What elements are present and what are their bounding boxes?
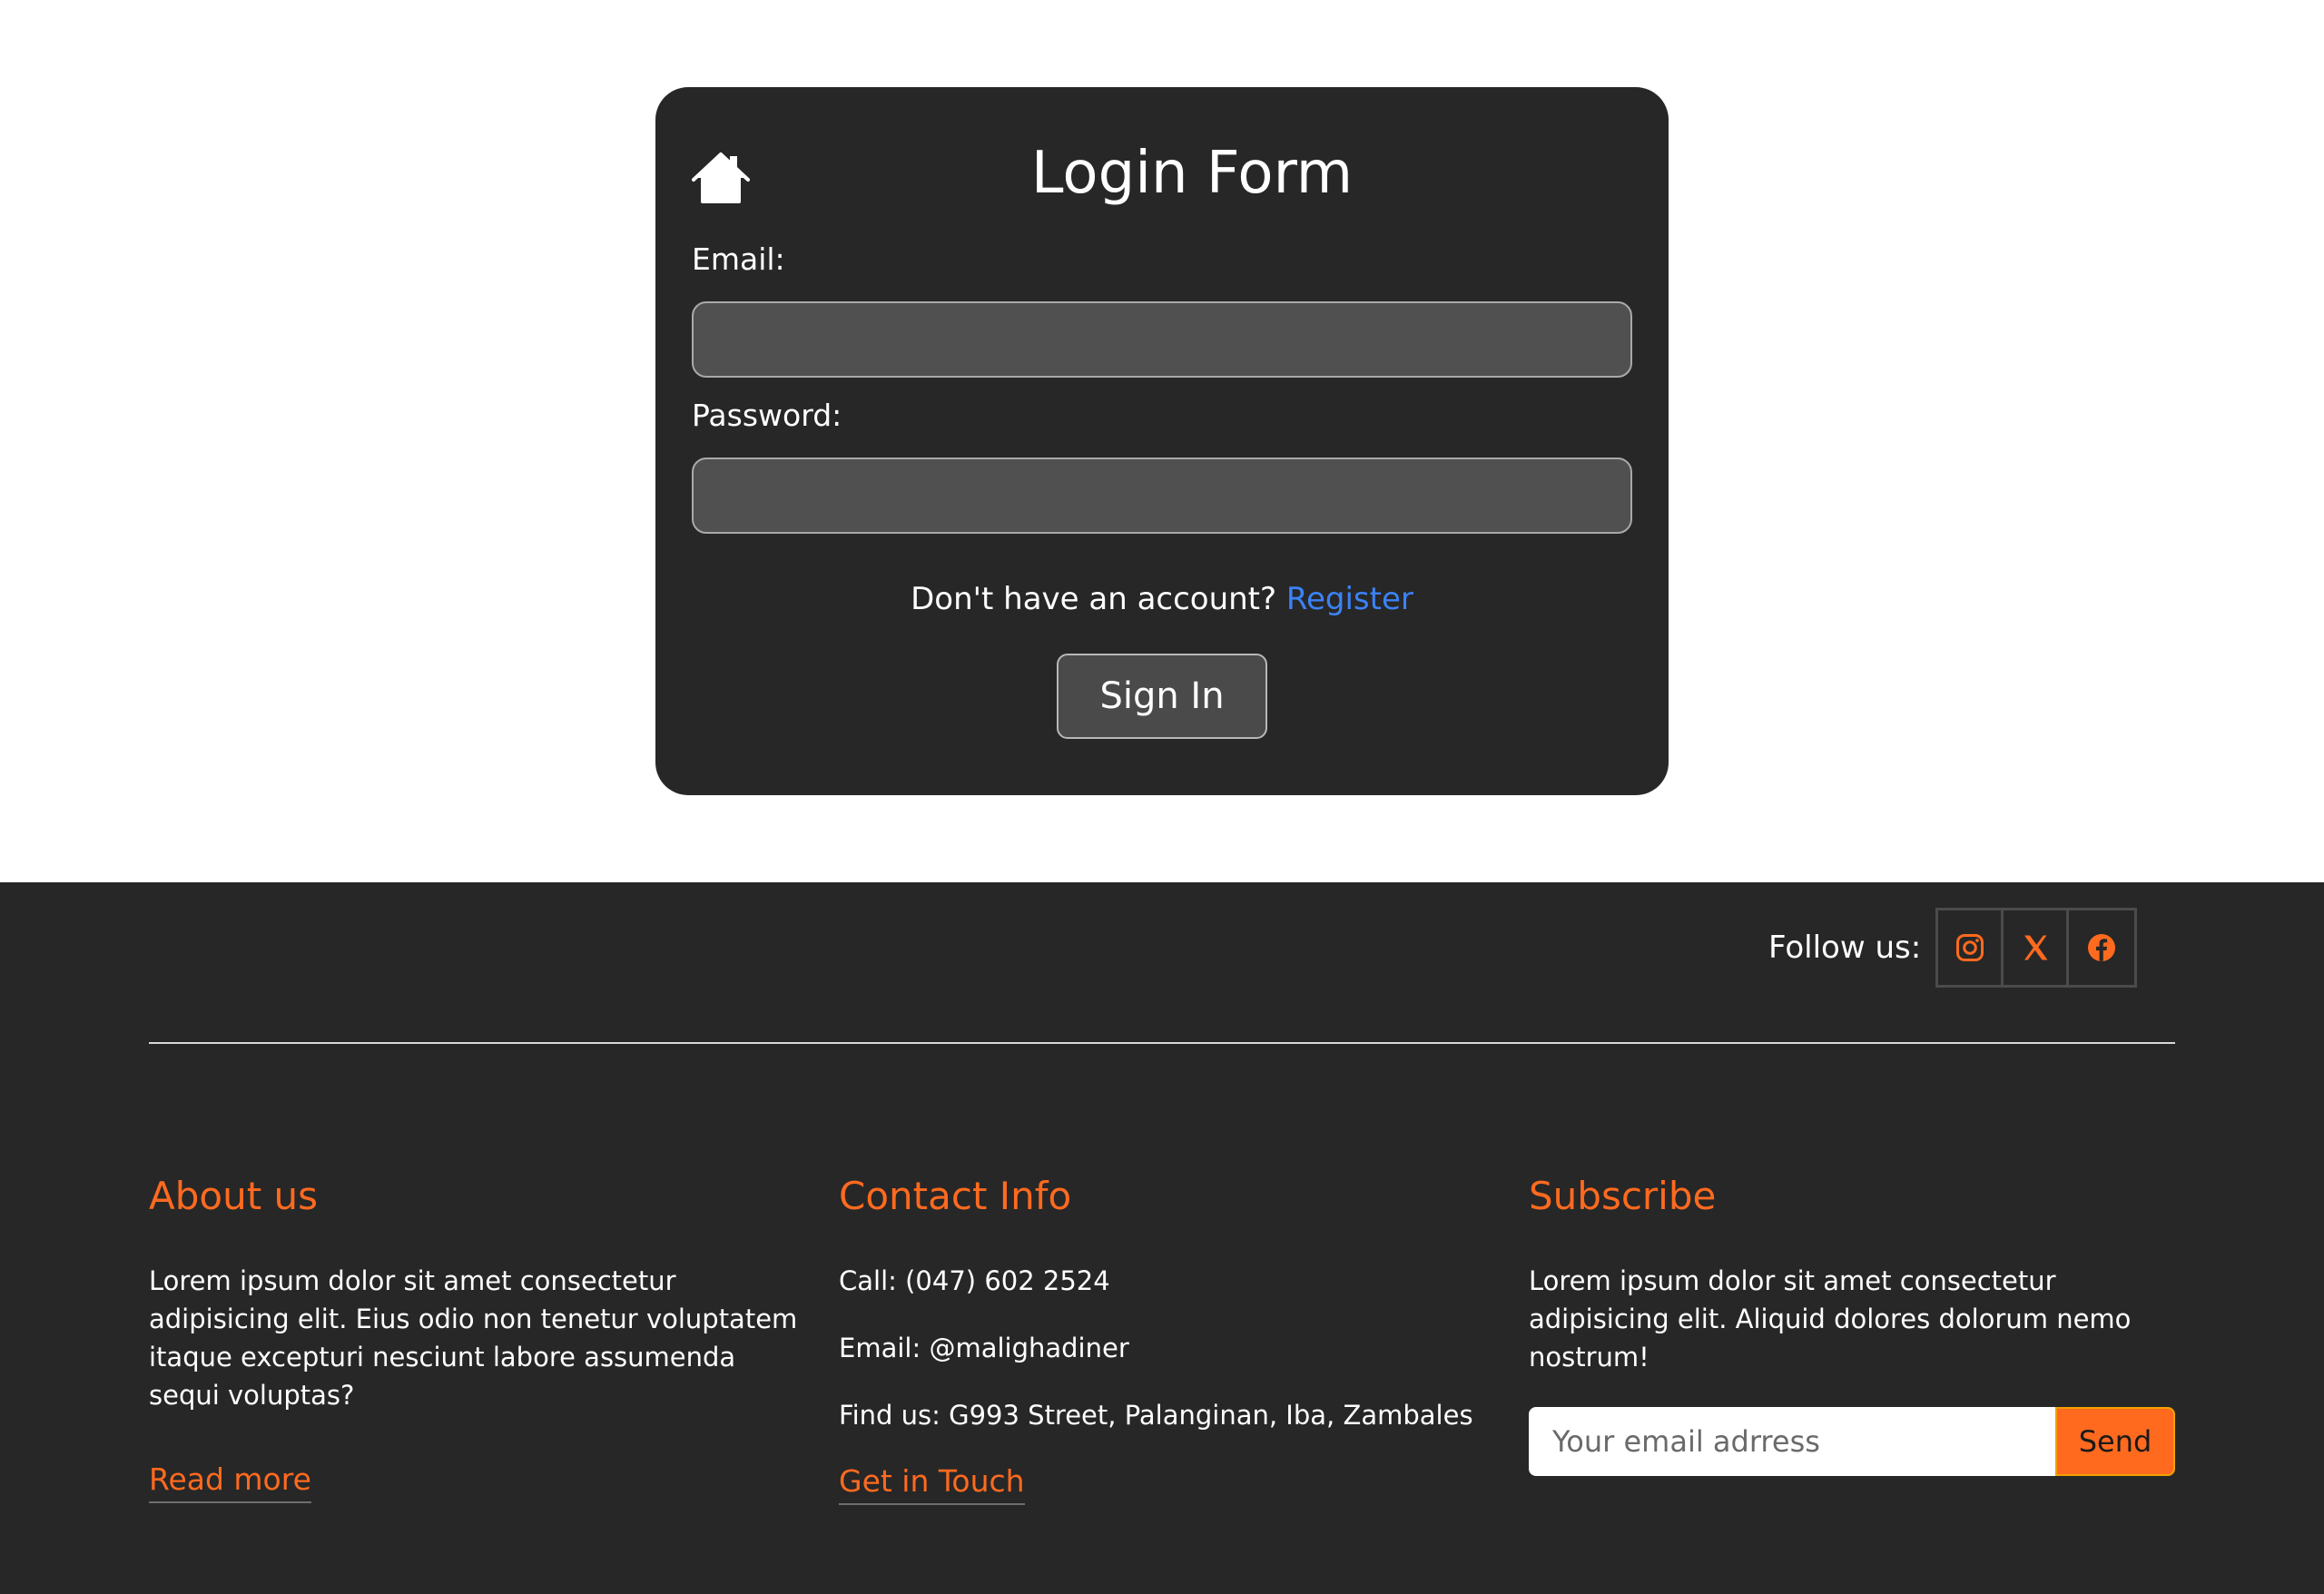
- register-prompt-text: Don't have an account?: [911, 581, 1277, 617]
- about-heading: About us: [149, 1174, 319, 1218]
- social-links: [1935, 908, 2137, 988]
- contact-email: Email: @malighadiner: [839, 1333, 1129, 1363]
- subscribe-form: Send: [1529, 1407, 2175, 1476]
- subscribe-text: Lorem ipsum dolor sit amet consectetur a…: [1529, 1265, 2132, 1373]
- subscribe-email-input[interactable]: [1529, 1407, 2055, 1476]
- login-title: Login Form: [1030, 140, 1354, 207]
- subscribe-heading: Subscribe: [1529, 1174, 1717, 1218]
- x-twitter-icon[interactable]: [2004, 910, 2069, 985]
- contact-phone: Call: (047) 602 2524: [839, 1265, 1110, 1296]
- get-in-touch-link[interactable]: Get in Touch: [839, 1461, 1025, 1505]
- follow-us-label: Follow us:: [1768, 930, 1922, 966]
- read-more-link[interactable]: Read more: [149, 1460, 311, 1503]
- contact-address: Find us: G993 Street, Palanginan, Iba, Z…: [839, 1400, 1473, 1431]
- about-section: About us Lorem ipsum dolor sit amet cons…: [149, 1171, 803, 1503]
- contact-heading: Contact Info: [839, 1174, 1072, 1218]
- instagram-icon[interactable]: [1938, 910, 2004, 985]
- footer-divider: [149, 1042, 2175, 1044]
- password-field[interactable]: [692, 458, 1632, 534]
- facebook-icon[interactable]: [2069, 910, 2134, 985]
- email-field[interactable]: [692, 301, 1632, 378]
- subscribe-section: Subscribe Lorem ipsum dolor sit amet con…: [1529, 1171, 2182, 1476]
- site-footer: Follow us: About us Lorem ipsum dolor si…: [0, 882, 2324, 1594]
- about-text: Lorem ipsum dolor sit amet consectetur a…: [149, 1265, 798, 1411]
- contact-section: Contact Info Call: (047) 602 2524 Email:…: [839, 1171, 1492, 1505]
- register-prompt: Don't have an account? Register: [655, 579, 1669, 619]
- send-button[interactable]: Send: [2055, 1407, 2175, 1476]
- sign-in-button[interactable]: Sign In: [1057, 654, 1267, 739]
- email-label: Email:: [692, 241, 785, 277]
- password-label: Password:: [692, 398, 842, 433]
- login-card: Login Form Email: Password: Don't have a…: [655, 87, 1669, 795]
- register-link[interactable]: Register: [1286, 581, 1413, 617]
